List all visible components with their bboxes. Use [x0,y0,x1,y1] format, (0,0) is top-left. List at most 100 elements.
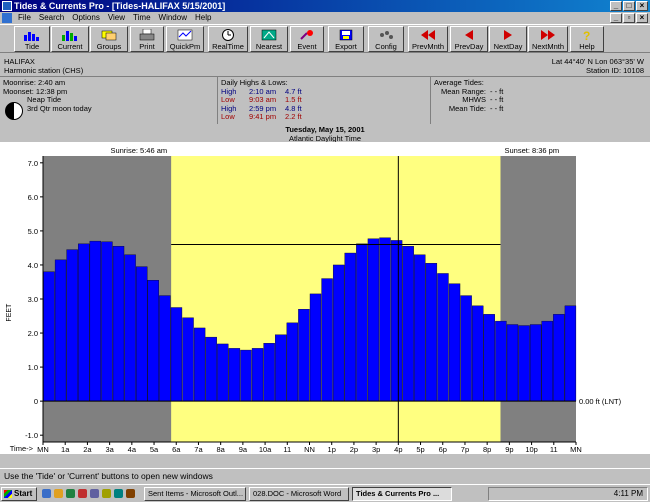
tide-button[interactable]: Tide [14,26,50,52]
moon-info: Moonrise: 2:40 am Moonset: 12:38 pm Neap… [0,76,218,124]
export-button[interactable]: Export [328,26,364,52]
menu-options[interactable]: Options [68,12,104,24]
station-location: Lat 44°40' N Lon 063°35' W Station ID: 1… [552,57,644,75]
station-latlon: Lat 44°40' N Lon 063°35' W [551,57,644,66]
menu-window[interactable]: Window [155,12,191,24]
menu-search[interactable]: Search [35,12,68,24]
x-tick-label: 10p [525,445,538,454]
quicklaunch-word-icon[interactable] [90,489,99,498]
export-icon [337,28,355,42]
y-tick-label: 5.0 [28,227,38,236]
doc-close-button[interactable]: × [636,13,648,23]
menu-file[interactable]: File [14,12,35,24]
x-tick-label: MN [37,445,49,454]
tide-chart[interactable]: Sunrise: 5:46 am Sunset: 8:36 pm 0.00 ft (… [0,142,650,464]
quicklaunch-ie-icon[interactable] [42,489,51,498]
moon-phase-icon [5,102,23,120]
tide-bar [506,324,519,402]
tide-bar [89,240,102,402]
app-icon[interactable] [2,1,12,11]
x-tick-label: NN [304,445,315,454]
realtime-button[interactable]: RealTime [208,26,248,52]
system-tray: 4:11 PM [488,487,648,501]
doc-restore-button[interactable]: ▫ [623,13,635,23]
x-tick-label: 1p [328,445,336,454]
tide-bar [193,327,206,402]
groups-button[interactable]: Groups [90,26,128,52]
task-outlook[interactable]: Sent Items - Microsoft Outl... [144,487,246,501]
x-tick-label: 2p [350,445,358,454]
tide-bar [332,264,345,402]
station-id: Station ID: 10108 [586,66,644,75]
quicklaunch-outlook-icon[interactable] [54,489,63,498]
quicklaunch-app-icon[interactable] [114,489,123,498]
x-tick-label: 4a [128,445,137,454]
x-tick-label: 7p [461,445,469,454]
menu-view[interactable]: View [104,12,129,24]
daily-highs-lows: Daily Highs & Lows: High 2:10 am 4.7 ft Lo… [218,76,431,124]
task-word[interactable]: 028.DOC - Microsoft Word [249,487,349,501]
tide-bar [553,314,565,402]
tide-bar [251,348,264,402]
quickpm-button[interactable]: QuickPm [166,26,204,52]
y-tick-label: 0 [34,397,38,406]
status-bar: Use the 'Tide' or 'Current' buttons to o… [0,468,650,482]
quicklaunch-explorer-icon[interactable] [102,489,111,498]
double-left-arrow-icon [419,28,437,42]
y-tick-label: 7.0 [28,159,38,168]
y-tick-label: 1.0 [28,363,38,372]
menu-bar: File Search Options View Time Window Hel… [0,12,650,24]
prev-day-button[interactable]: PrevDay [450,26,488,52]
x-tick-label: 10a [259,445,272,454]
close-button[interactable]: × [636,1,648,11]
x-tick-label: 5p [416,445,424,454]
tide-bar [286,322,299,402]
tide-bar [379,237,391,402]
current-button[interactable]: Current [51,26,89,52]
y-tick-label: 2.0 [28,329,38,338]
quicklaunch-channels-icon[interactable] [78,489,87,498]
tide-bar [78,243,90,402]
tide-bar [298,309,310,402]
config-button[interactable]: Config [368,26,404,52]
x-tick-label: 7a [194,445,203,454]
tide-bar [309,293,322,402]
tide-bar [425,263,438,402]
quickpm-icon [176,28,194,42]
quicklaunch-desktop-icon[interactable] [66,489,75,498]
tide-bar [472,305,484,402]
document-icon[interactable] [2,13,12,23]
print-button[interactable]: Print [130,26,164,52]
y-tick-label: 6.0 [28,193,38,202]
tide-bar [135,266,148,402]
event-button[interactable]: Event [290,26,324,52]
doc-minimize-button[interactable]: _ [610,13,622,23]
tide-icon [23,28,41,42]
average-tides: Average Tides: Mean Range: - - ft MHWS - -… [431,76,650,124]
help-button[interactable]: ? Help [570,26,604,52]
svg-text:?: ? [583,29,590,41]
title-bar: Tides & Currents Pro - [Tides-HALIFAX 5/… [0,0,650,12]
tide-bar [228,348,241,402]
x-tick-label: 4p [394,445,402,454]
tide-bar [275,334,287,402]
tide-bar [147,280,159,402]
tide-bar [101,241,113,402]
nearest-button[interactable]: Nearest [250,26,288,52]
maximize-button[interactable]: □ [623,1,635,11]
sunset-label: Sunset: 8:36 pm [504,146,559,155]
quicklaunch-tool-icon[interactable] [126,489,135,498]
next-day-button[interactable]: NextDay [489,26,527,52]
start-button[interactable]: Start [1,487,37,501]
menu-help[interactable]: Help [191,12,215,24]
tide-bar [43,271,55,402]
prev-month-button[interactable]: PrevMnth [408,26,448,52]
toolbar: Tide Current Groups Print QuickPm RealTi… [0,24,650,53]
task-tides-currents[interactable]: Tides & Currents Pro ... [352,487,452,501]
menu-time[interactable]: Time [129,12,154,24]
next-month-button[interactable]: NextMnth [528,26,568,52]
taskbar: Start Sent Items - Microsoft Outl... 028… [0,484,650,502]
tide-bar [124,254,136,402]
minimize-button[interactable]: _ [610,1,622,11]
x-tick-label: 8p [483,445,491,454]
